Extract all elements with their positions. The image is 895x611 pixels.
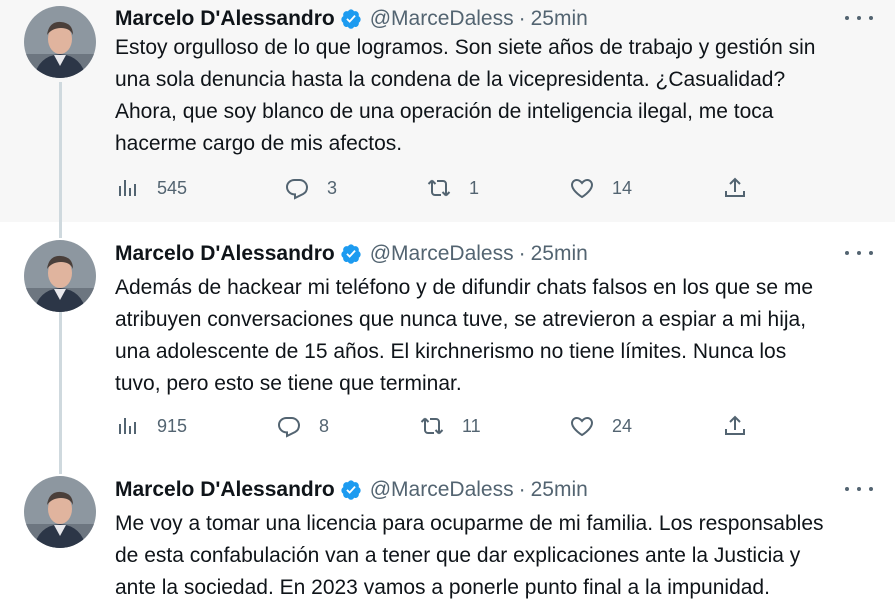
thread-line	[59, 462, 62, 474]
avatar[interactable]	[24, 6, 96, 78]
like-button[interactable]: 24	[570, 411, 632, 441]
author-name[interactable]: Marcelo D'Alessandro	[115, 478, 335, 502]
reply-button[interactable]: 8	[277, 411, 329, 441]
retweet-count: 11	[462, 415, 481, 436]
reply-icon	[285, 179, 309, 200]
tweet-header: Marcelo D'Alessandro @MarceDaless · 25mi…	[115, 476, 588, 504]
share-button[interactable]	[723, 173, 747, 203]
author-handle[interactable]: @MarceDaless	[370, 7, 514, 31]
tweet-actions: 915 8 11 24	[115, 411, 765, 441]
retweet-button[interactable]: 11	[420, 411, 481, 441]
heart-icon	[571, 178, 593, 199]
separator: ·	[518, 242, 526, 265]
author-handle[interactable]: @MarceDaless	[370, 478, 514, 502]
author-name[interactable]: Marcelo D'Alessandro	[115, 242, 335, 266]
timestamp[interactable]: 25min	[531, 242, 588, 266]
tweet-header: Marcelo D'Alessandro @MarceDaless · 25mi…	[115, 240, 588, 268]
share-icon	[725, 415, 745, 435]
tweet-text: Además de hackear mi teléfono y de difun…	[115, 276, 814, 395]
views-count: 915	[157, 415, 188, 436]
share-button[interactable]	[723, 411, 747, 441]
more-icon[interactable]	[845, 243, 873, 263]
views-button[interactable]: 915	[115, 411, 187, 441]
tweet-actions: 545 3 1 14	[115, 173, 765, 203]
timestamp[interactable]: 25min	[531, 7, 588, 31]
tweet-3[interactable]: Marcelo D'Alessandro @MarceDaless · 25mi…	[0, 462, 895, 611]
tweet-1[interactable]: Marcelo D'Alessandro @MarceDaless · 25mi…	[0, 0, 895, 222]
reply-button[interactable]: 3	[285, 173, 337, 203]
reply-count: 8	[319, 415, 330, 436]
separator: ·	[518, 478, 526, 501]
retweet-icon	[427, 179, 451, 197]
more-icon[interactable]	[845, 479, 873, 499]
like-button[interactable]: 14	[570, 173, 632, 203]
tweet-2[interactable]: Marcelo D'Alessandro @MarceDaless · 25mi…	[0, 222, 895, 462]
analytics-icon	[119, 180, 136, 196]
like-count: 24	[612, 415, 633, 436]
verified-badge-icon	[341, 244, 361, 264]
views-count: 545	[157, 177, 188, 198]
avatar[interactable]	[24, 476, 96, 548]
avatar[interactable]	[24, 240, 96, 312]
thread-line	[59, 82, 62, 222]
analytics-icon	[119, 418, 136, 434]
share-icon	[725, 177, 745, 197]
author-handle[interactable]: @MarceDaless	[370, 242, 514, 266]
more-icon[interactable]	[845, 8, 873, 28]
verified-badge-icon	[341, 480, 361, 500]
heart-icon	[571, 416, 593, 437]
thread-line	[59, 222, 62, 238]
retweet-button[interactable]: 1	[427, 173, 479, 203]
separator: ·	[518, 7, 526, 30]
retweet-icon	[420, 417, 444, 435]
reply-count: 3	[327, 177, 338, 198]
thread-line	[59, 310, 62, 462]
retweet-count: 1	[469, 177, 480, 198]
like-count: 14	[612, 177, 633, 198]
tweet-text: Me voy a tomar una licencia para ocuparm…	[115, 512, 824, 599]
reply-icon	[277, 417, 301, 438]
tweet-header: Marcelo D'Alessandro @MarceDaless · 25mi…	[115, 5, 588, 33]
tweet-text: Estoy orgulloso de lo que logramos. Son …	[115, 36, 816, 155]
verified-badge-icon	[341, 9, 361, 29]
author-name[interactable]: Marcelo D'Alessandro	[115, 7, 335, 31]
timestamp[interactable]: 25min	[531, 478, 588, 502]
views-button[interactable]: 545	[115, 173, 187, 203]
